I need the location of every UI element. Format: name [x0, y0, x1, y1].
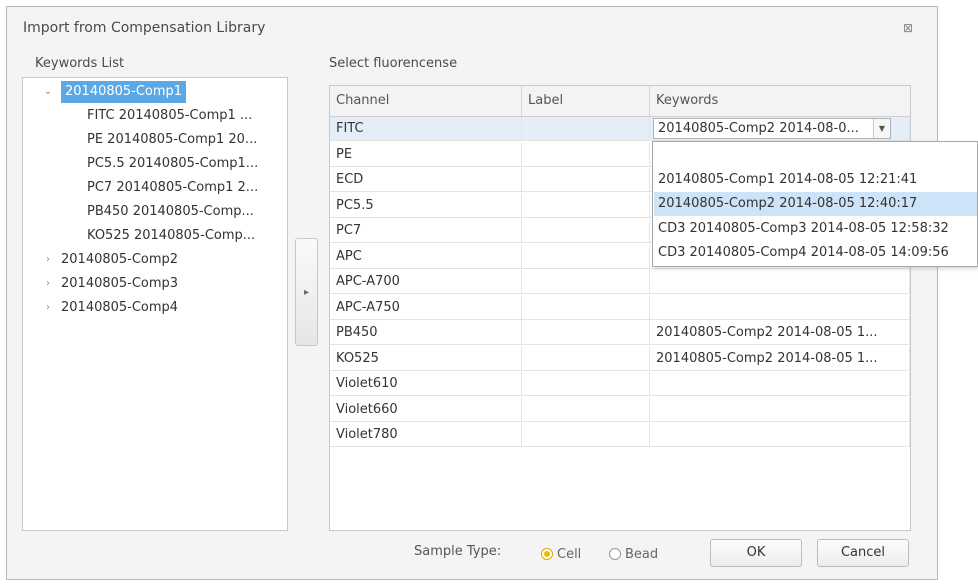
dropdown-option[interactable]: CD3 20140805-Comp4 2014-08-05 14:09:56 [654, 241, 977, 265]
table-row[interactable]: KO525 20140805-Comp2 2014-08-05 1... [330, 346, 910, 371]
dropdown-option[interactable]: 20140805-Comp2 2014-08-05 12:40:17 [654, 192, 977, 216]
channel-cell: APC-A750 [330, 295, 522, 319]
keywords-cell[interactable] [650, 270, 910, 293]
close-icon[interactable]: ⊠ [901, 21, 915, 35]
tree-child-label: PC5.5 20140805-Comp1... [87, 156, 259, 171]
keywords-list-label: Keywords List [35, 56, 125, 71]
chevron-right-icon[interactable]: › [41, 272, 55, 296]
table-row[interactable]: Violet610 [330, 372, 910, 396]
tree-group-row[interactable]: › 20140805-Comp4 [23, 296, 287, 320]
tree-group-label: 20140805-Comp4 [61, 300, 179, 315]
keywords-tree[interactable]: ⌄ 20140805-Comp1 FITC 20140805-Comp1 ... PE… [22, 77, 288, 531]
tree-child-label: KO525 20140805-Comp... [87, 228, 256, 243]
transfer-button[interactable]: ▸ [295, 238, 318, 346]
label-cell[interactable] [522, 117, 650, 140]
label-cell[interactable] [522, 295, 650, 319]
table-row[interactable]: Violet780 [330, 423, 910, 447]
channel-cell: FITC [330, 117, 522, 140]
tree-child-label: PB450 20140805-Comp... [87, 204, 254, 219]
channel-cell: Violet780 [330, 423, 522, 446]
tree-child-row[interactable]: KO525 20140805-Comp... [23, 224, 287, 248]
radio-bead-label: Bead [625, 546, 659, 562]
channel-cell: PC5.5 [330, 193, 522, 217]
tree-group-label: 20140805-Comp1 [61, 81, 187, 103]
tree-group-row[interactable]: › 20140805-Comp3 [23, 272, 287, 296]
channel-cell: PB450 [330, 321, 522, 344]
label-cell[interactable] [522, 423, 650, 446]
tree-group-label: 20140805-Comp3 [61, 276, 179, 291]
dropdown-arrow-icon[interactable]: ▼ [873, 119, 890, 138]
arrow-right-icon: ▸ [303, 286, 310, 298]
channel-cell: Violet660 [330, 397, 522, 421]
radio-cell[interactable]: Cell [541, 545, 581, 563]
table-row[interactable]: PB450 20140805-Comp2 2014-08-05 1... [330, 321, 910, 345]
label-cell[interactable] [522, 397, 650, 421]
keywords-cell[interactable]: 20140805-Comp2 2014-08-05 1... [650, 346, 910, 370]
tree-child-label: PC7 20140805-Comp1 2... [87, 180, 259, 195]
keywords-cell[interactable] [650, 372, 910, 395]
sample-type-label: Sample Type: [414, 544, 502, 559]
column-header-channel[interactable]: Channel [330, 86, 522, 116]
radio-cell-label: Cell [557, 546, 582, 562]
dropdown-option[interactable]: 20140805-Comp1 2014-08-05 12:21:41 [654, 168, 977, 192]
channel-cell: KO525 [330, 346, 522, 370]
chevron-down-icon[interactable]: ⌄ [41, 80, 55, 104]
table-row[interactable]: APC-A750 [330, 295, 910, 320]
radio-unselected-icon [609, 548, 621, 560]
radio-bead[interactable]: Bead [609, 545, 658, 563]
dialog-title: Import from Compensation Library [23, 20, 266, 36]
channel-cell: Violet610 [330, 372, 522, 395]
keywords-combobox-value: 20140805-Comp2 2014-08-0... [658, 121, 859, 136]
ok-button[interactable]: OK [710, 539, 802, 567]
keywords-dropdown-list: 20140805-Comp1 2014-08-05 12:21:41 201408… [652, 141, 978, 267]
channel-cell: ECD [330, 168, 522, 191]
tree-child-row[interactable]: PE 20140805-Comp1 20... [23, 128, 287, 152]
label-cell[interactable] [522, 321, 650, 344]
tree-group-label: 20140805-Comp2 [61, 252, 179, 267]
chevron-right-icon[interactable]: › [41, 296, 55, 320]
keywords-combobox[interactable]: 20140805-Comp2 2014-08-0... ▼ [653, 118, 891, 139]
tree-child-row[interactable]: PC7 20140805-Comp1 2... [23, 176, 287, 200]
dialog-titlebar: Import from Compensation Library [7, 7, 937, 49]
table-row[interactable]: APC-A700 [330, 270, 910, 294]
tree-child-label: PE 20140805-Comp1 20... [87, 132, 258, 147]
channel-cell: APC-A700 [330, 270, 522, 293]
table-row[interactable]: FITC 20140805-Comp2 2014-08-0... ▼ [330, 117, 910, 141]
select-fluorescence-label: Select fluorencense [329, 56, 458, 71]
radio-selected-icon [541, 548, 553, 560]
dropdown-option[interactable] [654, 143, 977, 167]
tree-child-row[interactable]: PC5.5 20140805-Comp1... [23, 152, 287, 176]
table-row[interactable]: Violet660 [330, 397, 910, 422]
keywords-cell[interactable] [650, 423, 910, 446]
keywords-cell[interactable]: 20140805-Comp2 2014-08-05 1... [650, 321, 910, 344]
label-cell[interactable] [522, 372, 650, 395]
tree-group-row[interactable]: ⌄ 20140805-Comp1 [23, 80, 287, 104]
label-cell[interactable] [522, 244, 650, 268]
column-header-keywords[interactable]: Keywords [650, 86, 910, 116]
column-header-label[interactable]: Label [522, 86, 650, 116]
label-cell[interactable] [522, 219, 650, 242]
tree-group-row[interactable]: › 20140805-Comp2 [23, 248, 287, 272]
tree-child-row[interactable]: FITC 20140805-Comp1 ... [23, 104, 287, 128]
channel-cell: PC7 [330, 219, 522, 242]
dropdown-option[interactable]: CD3 20140805-Comp3 2014-08-05 12:58:32 [654, 217, 977, 241]
chevron-right-icon[interactable]: › [41, 248, 55, 272]
channel-cell: APC [330, 244, 522, 268]
label-cell[interactable] [522, 346, 650, 370]
label-cell[interactable] [522, 168, 650, 191]
label-cell[interactable] [522, 270, 650, 293]
tree-child-label: FITC 20140805-Comp1 ... [87, 108, 253, 123]
channel-cell: PE [330, 142, 522, 166]
cancel-button[interactable]: Cancel [817, 539, 909, 567]
keywords-cell[interactable] [650, 397, 910, 421]
tree-child-row[interactable]: PB450 20140805-Comp... [23, 200, 287, 224]
keywords-cell[interactable] [650, 295, 910, 319]
label-cell[interactable] [522, 193, 650, 217]
label-cell[interactable] [522, 142, 650, 166]
table-header: Channel Label Keywords [330, 86, 910, 117]
